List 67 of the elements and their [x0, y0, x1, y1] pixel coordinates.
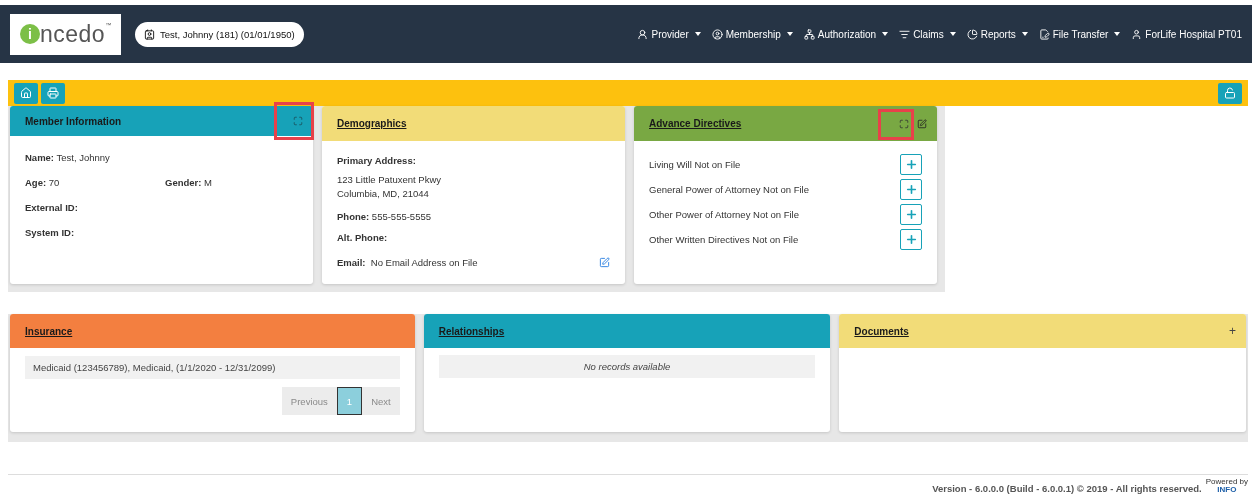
- card-title: Member Information: [25, 115, 122, 127]
- pie-chart-icon: [966, 28, 978, 40]
- user-icon: [1131, 28, 1143, 40]
- directive-status: Other Power of Attorney Not on File: [649, 209, 799, 220]
- unlock-icon: [1224, 87, 1236, 99]
- printer-icon: [47, 87, 59, 99]
- card-title[interactable]: Insurance: [25, 325, 73, 337]
- field-text: System ID:: [25, 227, 75, 238]
- field-text: Email: No Email Address on File: [337, 257, 478, 268]
- nav-menu-item[interactable]: Reports: [966, 28, 1028, 40]
- card-title[interactable]: Documents: [854, 325, 909, 337]
- powered-by-text: Powered by: [1205, 478, 1248, 486]
- caret-icon: [949, 32, 956, 36]
- home-button[interactable]: [14, 82, 38, 104]
- field-text: Age: 70: [25, 177, 61, 188]
- add-link[interactable]: +: [1229, 324, 1236, 338]
- caret-icon: [694, 32, 701, 36]
- field-text: Gender: M: [165, 177, 212, 188]
- nav-menu-item[interactable]: Authorization: [803, 28, 889, 40]
- caret-icon: [882, 32, 889, 36]
- unlock-button[interactable]: [1218, 82, 1242, 104]
- nav-menu-item[interactable]: File Transfer: [1038, 28, 1121, 40]
- insurance-row[interactable]: Medicaid (123456789), Medicaid, (1/1/2020 - 12/31/2099): [25, 356, 400, 379]
- caret-icon: [1114, 32, 1121, 36]
- nav-menu-item[interactable]: Membership: [711, 28, 793, 40]
- address-line: 123 Little Patuxent Pkwy: [337, 174, 442, 185]
- plus-icon: [904, 183, 918, 196]
- card-title[interactable]: Advance Directives: [649, 118, 742, 129]
- nav-menu-item[interactable]: ForLife Hospital PT01: [1131, 28, 1242, 40]
- directive-status: Living Will Not on File: [649, 159, 741, 170]
- expand-icon[interactable]: [293, 116, 303, 126]
- version-text: Version - 6.0.0.0 (Build - 6.0.0.1) © 2019 - All rights reserved.: [932, 483, 1202, 494]
- nav-menu-item[interactable]: Claims: [899, 28, 956, 40]
- directive-status: General Power of Attorney Not on File: [649, 184, 809, 195]
- field-text: Name: Test, Johnny: [25, 152, 110, 163]
- plus-icon: [904, 208, 918, 221]
- caret-icon: [786, 32, 793, 36]
- card-title[interactable]: Demographics: [337, 118, 407, 129]
- add-button[interactable]: [900, 154, 922, 175]
- card-title[interactable]: Relationships: [438, 325, 505, 337]
- field-label: Primary Address:: [337, 155, 416, 166]
- caret-icon: [1021, 32, 1028, 36]
- field-label: Alt. Phone:: [337, 232, 388, 243]
- field-text: External ID:: [25, 202, 78, 213]
- edit-icon[interactable]: [917, 118, 927, 129]
- address-line: Columbia, MD, 21044: [337, 188, 429, 199]
- directive-status: Other Written Directives Not on File: [649, 234, 799, 245]
- empty-message: No records available: [438, 355, 816, 378]
- brand-text: INFO: [1217, 486, 1237, 494]
- sitemap-icon: [803, 28, 815, 40]
- add-button[interactable]: [900, 229, 922, 250]
- add-button[interactable]: [900, 179, 922, 200]
- file-signature-icon: [1038, 28, 1050, 40]
- list-icon: [899, 28, 911, 40]
- print-button[interactable]: [41, 82, 65, 104]
- field-text: Phone: 555-555-5555: [337, 211, 431, 222]
- edit-icon[interactable]: [599, 257, 610, 268]
- nav-menu-item[interactable]: Provider: [637, 28, 701, 40]
- patient-badge[interactable]: Test, Johnny (181) (01/01/1950): [135, 21, 304, 47]
- expand-icon[interactable]: [899, 118, 909, 129]
- add-button[interactable]: [900, 204, 922, 225]
- contact-card-icon: [144, 28, 155, 40]
- plus-icon: [904, 158, 918, 171]
- plus-icon: [904, 233, 918, 246]
- user-icon: [637, 28, 649, 40]
- home-icon: [20, 87, 32, 99]
- user-icon: [711, 28, 723, 40]
